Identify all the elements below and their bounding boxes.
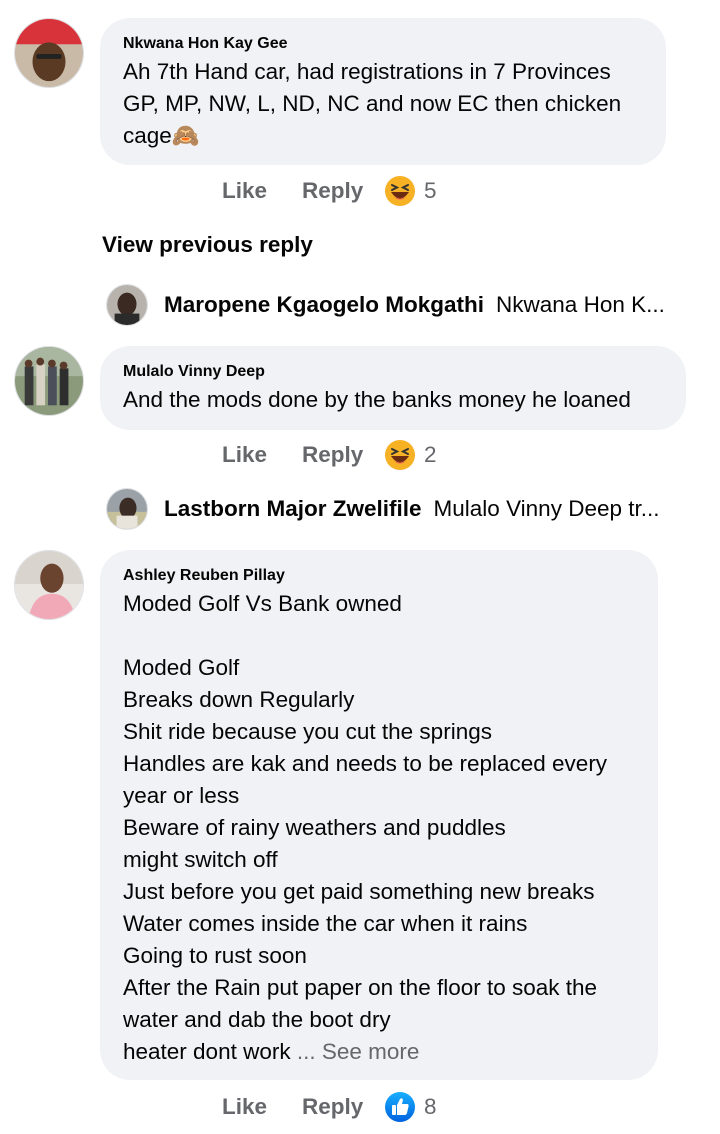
avatar [106,488,148,530]
reply-button[interactable]: Reply [302,442,384,468]
avatar[interactable] [14,18,84,88]
avatar [106,284,148,326]
comment-actions: Like Reply 5 [222,174,437,208]
like-button[interactable]: Like [222,178,302,204]
view-previous-reply-link[interactable]: View previous reply [102,232,313,258]
reply-button[interactable]: Reply [302,1094,384,1120]
reaction-count: 5 [424,178,437,203]
reply-text: Mulalo Vinny Deep tr... [433,496,660,521]
reply-author[interactable]: Maropene Kgaogelo Mokgathi [164,292,484,318]
reaction-summary[interactable]: 5 [384,175,437,207]
reply-preview[interactable]: Lastborn Major Zwelifile Mulalo Vinny De… [106,488,684,530]
reaction-summary[interactable]: 8 [384,1091,437,1123]
avatar[interactable] [14,346,84,416]
like-icon [384,1091,416,1123]
comment-actions: Like Reply 8 [222,1090,437,1124]
reply-text: Nkwana Hon K... [496,292,665,317]
comment-body: Moded Golf Vs Bank owned Moded Golf Brea… [123,591,608,1064]
haha-icon [384,175,416,207]
comment-text: Ah 7th Hand car, had registrations in 7 … [123,59,628,148]
like-button[interactable]: Like [222,1094,302,1120]
like-button[interactable]: Like [222,442,302,468]
reply-preview[interactable]: Maropene Kgaogelo Mokgathi Nkwana Hon K.… [106,284,684,326]
comment-bubble: Nkwana Hon Kay Gee Ah 7th Hand car, had … [100,18,666,165]
reply-author[interactable]: Lastborn Major Zwelifile [164,496,422,522]
comment-author[interactable]: Ashley Reuben Pillay [123,566,636,586]
see-more-link[interactable]: ... See more [297,1039,420,1064]
comment-actions: Like Reply 2 [222,438,437,472]
reaction-summary[interactable]: 2 [384,439,437,471]
comment-bubble: Mulalo Vinny Deep And the mods done by t… [100,346,686,430]
comment-author[interactable]: Mulalo Vinny Deep [123,362,664,382]
avatar[interactable] [14,550,84,620]
haha-icon [384,439,416,471]
comment-text: And the mods done by the banks money he … [123,387,631,412]
comment-author[interactable]: Nkwana Hon Kay Gee [123,34,644,54]
comment-text: Moded Golf Vs Bank owned Moded Golf Brea… [123,588,636,1068]
reaction-count: 8 [424,1094,437,1119]
reaction-count: 2 [424,442,437,467]
reply-button[interactable]: Reply [302,178,384,204]
comment-bubble: Ashley Reuben Pillay Moded Golf Vs Bank … [100,550,658,1080]
